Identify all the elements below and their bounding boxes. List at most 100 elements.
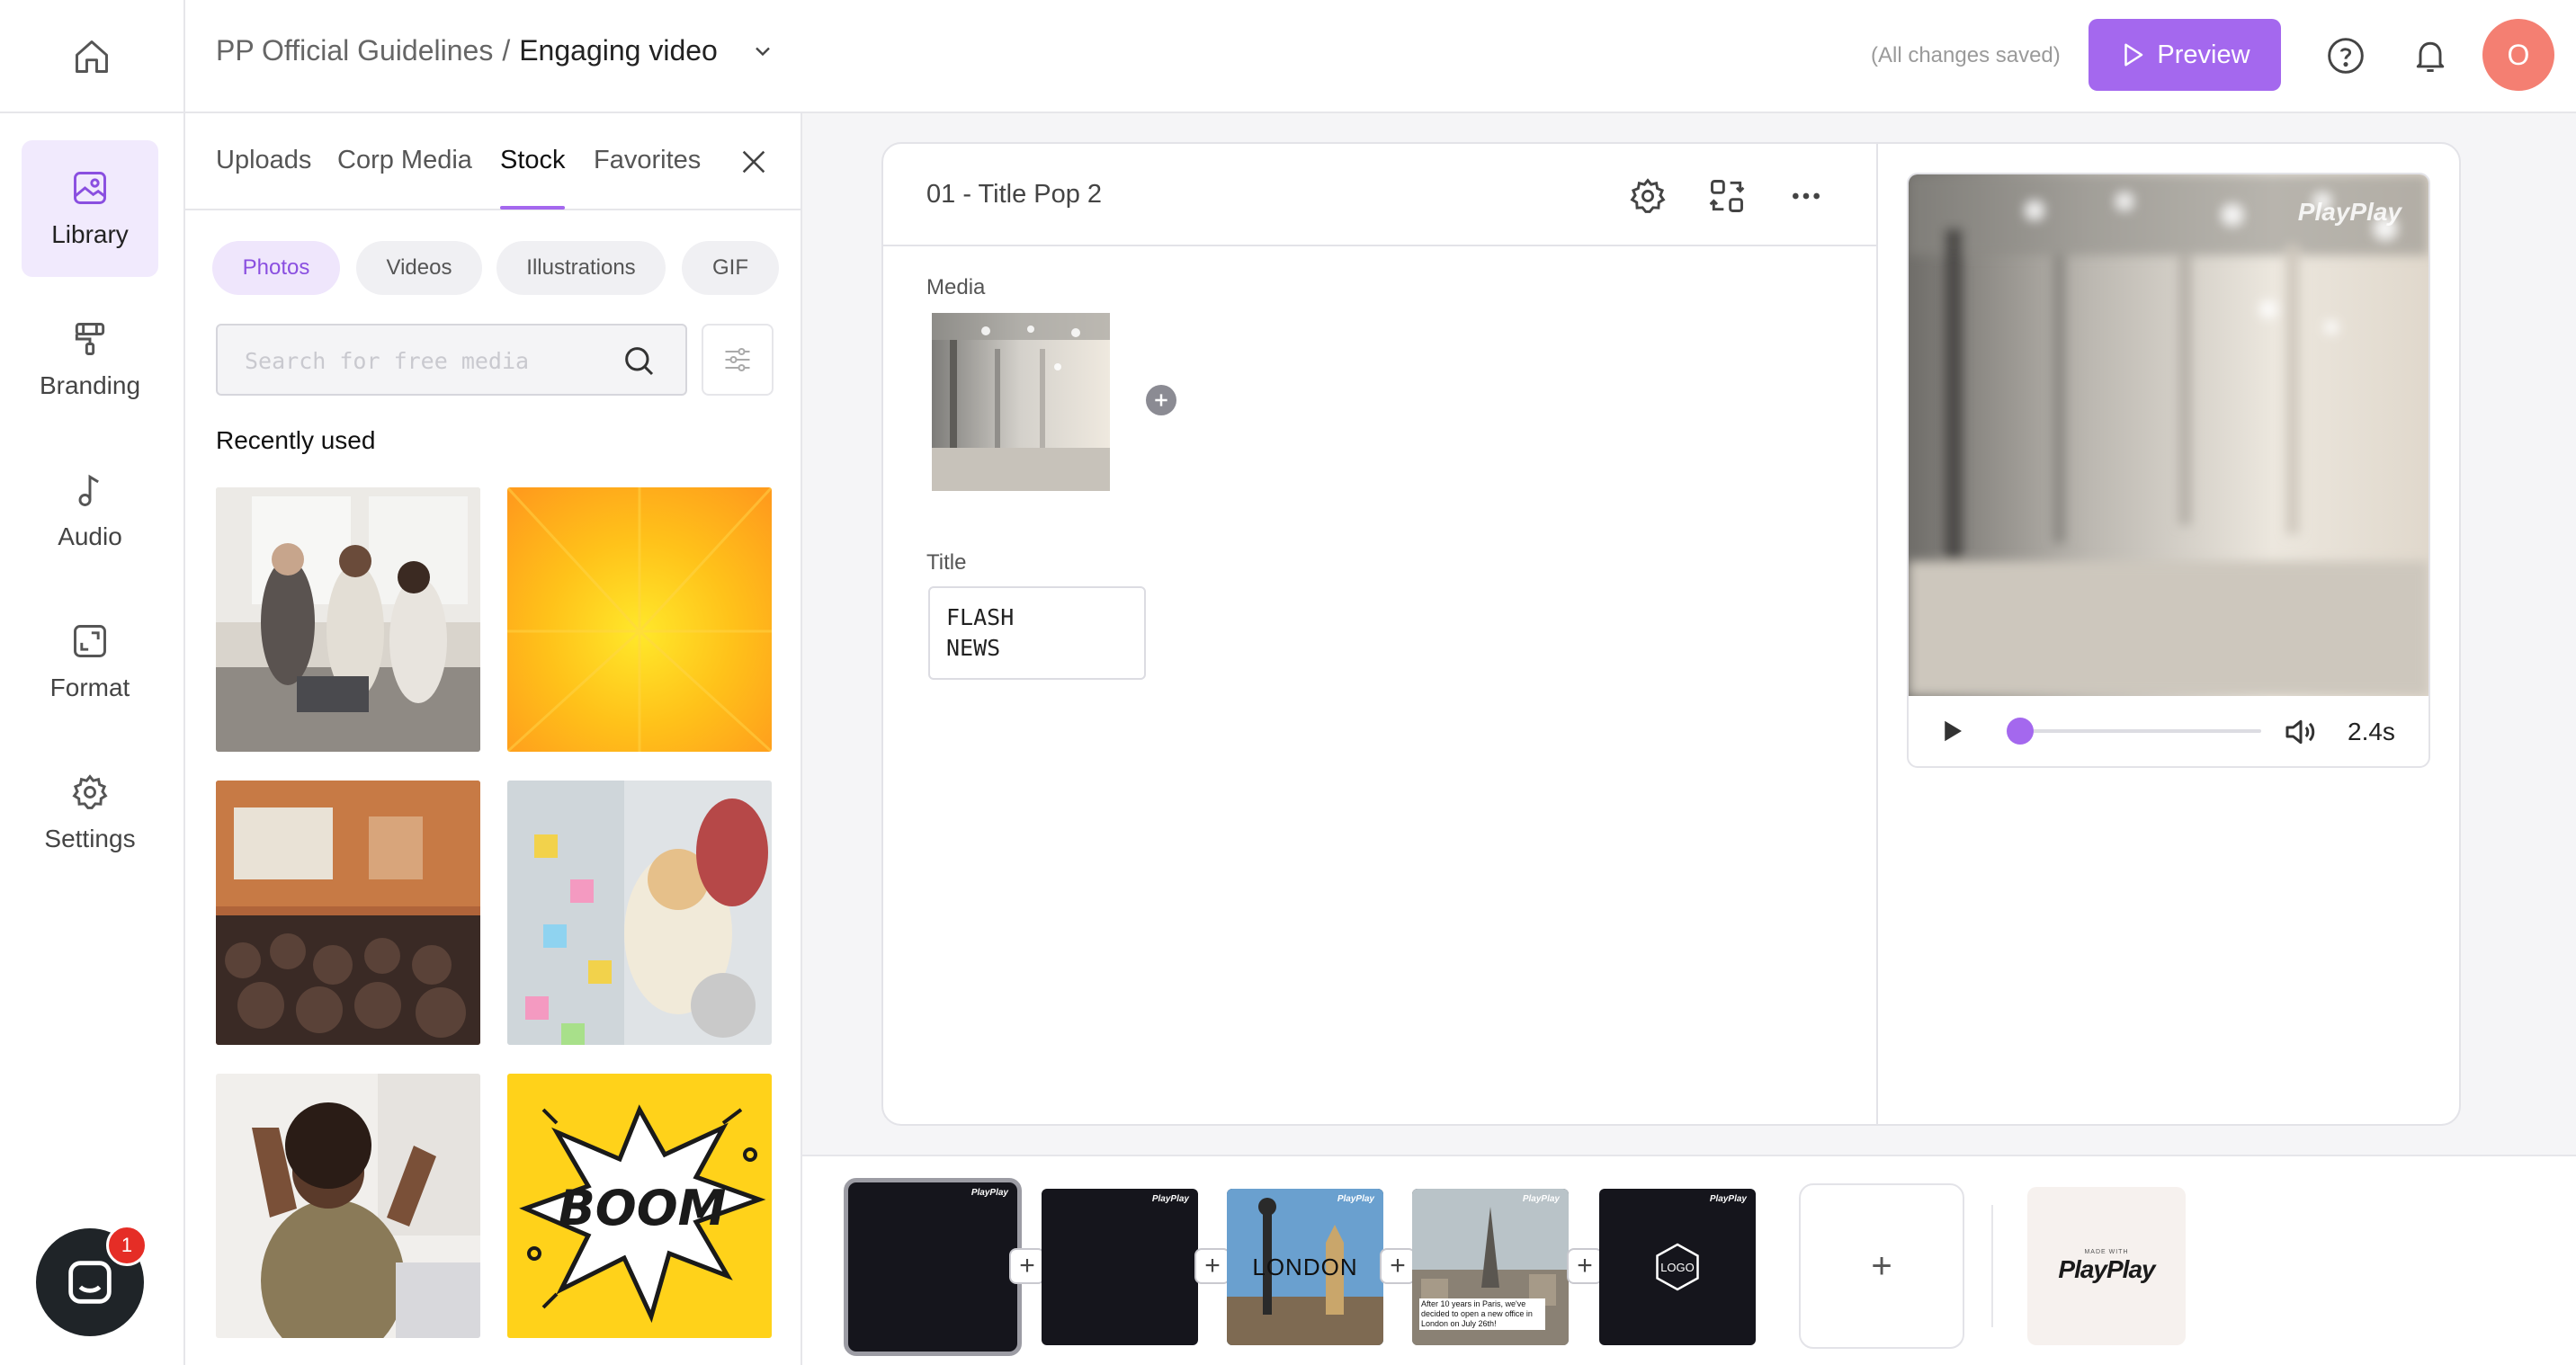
breadcrumb-video-title[interactable]: Engaging video <box>519 34 718 67</box>
scene-logo: PlayPlay <box>1337 1194 1374 1204</box>
nav-branding[interactable]: Branding <box>22 291 158 428</box>
scene-3-text: LONDON <box>1252 1253 1358 1280</box>
bell-icon <box>2416 41 2445 72</box>
add-media-button[interactable] <box>1146 385 1176 415</box>
swap-template-button[interactable] <box>1704 173 1750 219</box>
sliders-icon <box>725 347 750 372</box>
recently-used-heading: Recently used <box>216 426 376 454</box>
media-thumbnail[interactable] <box>507 781 772 1045</box>
plus-icon <box>1155 394 1167 406</box>
scene-title: 01 - Title Pop 2 <box>926 180 1103 209</box>
filter-gif[interactable]: GIF <box>682 241 779 295</box>
playback-scrubber[interactable] <box>2007 718 2035 745</box>
filter-videos[interactable]: Videos <box>356 241 482 295</box>
scene-thumbnail-3[interactable]: LONDON PlayPlay <box>1227 1189 1383 1345</box>
scene-editor-card: 01 - Title Pop 2 Media Title FLASH NEWS … <box>881 142 2461 1126</box>
scene-thumbnail-5[interactable]: LOGO PlayPlay <box>1599 1189 1756 1345</box>
search-icon[interactable] <box>621 343 657 379</box>
home-icon <box>76 40 108 73</box>
boom-text: BOOM <box>559 1180 727 1236</box>
insert-scene-button[interactable]: + <box>1567 1248 1603 1284</box>
playback-time: 2.4s <box>2348 718 2395 745</box>
media-thumbnail[interactable] <box>507 487 772 752</box>
playback-track[interactable] <box>2008 729 2261 733</box>
scene-4-text: After 10 years in Paris, we've decided t… <box>1419 1298 1545 1330</box>
scene-thumbnail-1[interactable]: PlayPlay <box>844 1178 1022 1356</box>
chat-icon <box>68 1261 112 1304</box>
timeline-divider <box>1991 1205 1993 1327</box>
preview-button[interactable]: Preview <box>2089 19 2281 91</box>
search-field <box>216 324 687 396</box>
active-tab-indicator <box>500 206 565 210</box>
insert-scene-button[interactable]: + <box>1009 1248 1045 1284</box>
scene-logo: PlayPlay <box>1151 1194 1189 1204</box>
breadcrumb-project[interactable]: PP Official Guidelines <box>216 34 493 67</box>
tab-corp-media[interactable]: Corp Media <box>337 146 472 175</box>
video-preview-player: PlayPlay 2.4s <box>1907 173 2430 768</box>
breadcrumb: PP Official Guidelines / Engaging video <box>216 34 775 67</box>
nav-format[interactable]: Format <box>22 593 158 730</box>
more-horizontal-icon <box>1793 192 1820 200</box>
scene-logo: PlayPlay <box>1709 1194 1747 1204</box>
close-panel-button[interactable] <box>736 144 772 180</box>
search-input[interactable] <box>245 345 604 376</box>
video-menu-button[interactable] <box>750 39 775 64</box>
volume-button[interactable] <box>2283 714 2319 754</box>
help-icon <box>2328 38 2364 74</box>
preview-frame[interactable]: PlayPlay <box>1909 174 2428 696</box>
scene-media-thumbnail[interactable] <box>932 313 1110 491</box>
nav-audio[interactable]: Audio <box>22 442 158 579</box>
player-watermark: PlayPlay <box>2297 198 2402 226</box>
preview-label: Preview <box>2157 40 2250 69</box>
close-icon <box>742 150 765 174</box>
tab-uploads[interactable]: Uploads <box>216 146 311 175</box>
breadcrumb-separator: / <box>502 34 511 67</box>
scene-settings-button[interactable] <box>1624 173 1671 219</box>
outro-made-with: MADE WITH <box>2084 1248 2129 1255</box>
home-button[interactable] <box>0 0 185 113</box>
insert-scene-button[interactable]: + <box>1194 1248 1230 1284</box>
media-library-panel: Uploads Corp Media Stock Favorites Photo… <box>185 113 802 1365</box>
scene-thumbnail-2[interactable]: PlayPlay <box>1042 1189 1198 1345</box>
scene-thumbnail-4[interactable]: After 10 years in Paris, we've decided t… <box>1412 1189 1569 1345</box>
play-button[interactable] <box>1939 718 1966 749</box>
save-status: (All changes saved) <box>1871 43 2061 67</box>
media-tabs: Uploads Corp Media Stock Favorites <box>185 113 801 210</box>
play-outline-icon <box>2124 43 2143 67</box>
scene-form: 01 - Title Pop 2 Media Title FLASH NEWS <box>883 144 1878 1124</box>
nav-settings-label: Settings <box>44 825 136 852</box>
notifications-button[interactable] <box>2407 32 2454 79</box>
chevron-down-icon <box>756 47 770 56</box>
left-navigation: Library Branding Audio Format Settings <box>0 113 185 1365</box>
media-thumbnail[interactable] <box>216 1074 480 1338</box>
top-bar: PP Official Guidelines / Engaging video … <box>0 0 2576 113</box>
media-thumbnail[interactable] <box>216 487 480 752</box>
play-icon <box>1945 720 1962 742</box>
help-button[interactable] <box>2322 32 2369 79</box>
outro-scene[interactable]: MADE WITH PlayPlay <box>2027 1187 2186 1345</box>
scene-5-text: LOGO <box>1660 1261 1695 1274</box>
title-text-field[interactable]: FLASH NEWS <box>928 586 1146 680</box>
user-avatar[interactable]: O <box>2482 19 2554 91</box>
player-controls: 2.4s <box>1909 696 2428 766</box>
volume-icon <box>2285 719 2315 745</box>
filter-settings-button[interactable] <box>702 324 774 396</box>
nav-settings[interactable]: Settings <box>22 745 158 881</box>
paint-roller-icon <box>75 323 105 355</box>
more-options-button[interactable] <box>1783 173 1829 219</box>
chat-notification-badge: 1 <box>106 1225 148 1266</box>
media-label: Media <box>926 275 986 299</box>
media-thumbnail[interactable]: BOOM <box>507 1074 772 1338</box>
filter-illustrations[interactable]: Illustrations <box>496 241 666 295</box>
tab-favorites[interactable]: Favorites <box>594 146 701 175</box>
nav-branding-label: Branding <box>39 371 141 399</box>
media-thumbnail[interactable] <box>216 781 480 1045</box>
insert-scene-button[interactable]: + <box>1380 1248 1416 1284</box>
tab-stock[interactable]: Stock <box>500 146 566 175</box>
filter-photos[interactable]: Photos <box>212 241 340 295</box>
add-scene-button[interactable]: + <box>1799 1183 1964 1349</box>
scene-logo: PlayPlay <box>970 1188 1008 1198</box>
nav-library[interactable]: Library <box>22 140 158 277</box>
gear-icon <box>72 774 108 809</box>
scene-header: 01 - Title Pop 2 <box>883 144 1876 246</box>
